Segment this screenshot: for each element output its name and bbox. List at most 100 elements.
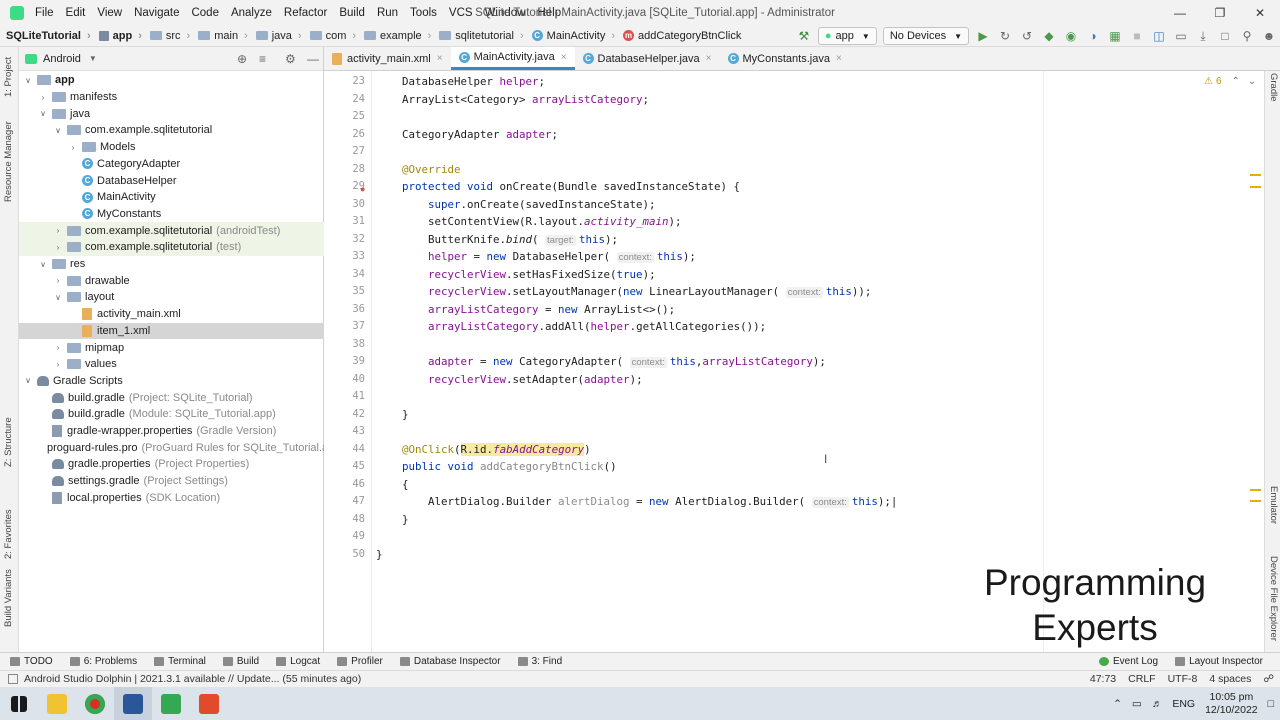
chevron-right-icon[interactable]: ›: [53, 243, 63, 252]
tab-build-variants[interactable]: Build Variants: [3, 569, 14, 627]
tool-build[interactable]: Build: [213, 656, 266, 667]
menu-view[interactable]: View: [92, 7, 129, 19]
tool-problems[interactable]: 6: Problems: [60, 656, 144, 667]
network-icon[interactable]: ▭: [1132, 698, 1142, 710]
chevron-right-icon[interactable]: ›: [53, 226, 63, 235]
clock[interactable]: 10:05 pm 12/10/2022: [1205, 691, 1258, 717]
tree-item[interactable]: gradle.properties (Project Properties): [19, 456, 324, 473]
gear-icon[interactable]: ⚙: [285, 52, 296, 66]
breadcrumb-item[interactable]: java ›: [250, 30, 304, 42]
menu-file[interactable]: File: [30, 7, 61, 19]
device-select[interactable]: No Devices ▼: [882, 27, 969, 45]
volume-icon[interactable]: ♬: [1152, 698, 1163, 710]
sync-gradle-icon[interactable]: ◫: [1148, 26, 1170, 46]
override-marker-icon[interactable]: ●: [360, 184, 365, 194]
tree-item[interactable]: gradle-wrapper.properties (Gradle Version…: [19, 423, 324, 440]
language-indicator[interactable]: ENG: [1172, 698, 1195, 710]
menu-code[interactable]: Code: [186, 7, 226, 19]
tree-item[interactable]: C MainActivity: [19, 189, 324, 206]
stop-icon[interactable]: ■: [1126, 26, 1148, 46]
close-tab-icon[interactable]: ×: [836, 53, 842, 64]
editor-tab[interactable]: C MainActivity.java ×: [450, 47, 575, 70]
error-stripe-mark[interactable]: [1250, 174, 1261, 176]
tree-item[interactable]: activity_main.xml: [19, 306, 324, 323]
code-line[interactable]: @Override: [376, 161, 461, 179]
run-config-select[interactable]: ● app ▼: [817, 27, 877, 45]
tree-item[interactable]: build.gradle (Module: SQLite_Tutorial.app…: [19, 406, 324, 423]
minimize-icon[interactable]: —: [1160, 0, 1200, 25]
inspection-widget[interactable]: ⚠ 6 ⌃ ⌄: [1204, 76, 1256, 87]
tool-event-log[interactable]: Event Log: [1089, 656, 1165, 667]
sdk-manager-icon[interactable]: ⤓: [1192, 26, 1214, 46]
locate-icon[interactable]: ⊕: [237, 52, 247, 66]
breadcrumb-item[interactable]: example ›: [358, 30, 433, 42]
breadcrumb-item[interactable]: C MainActivity ›: [526, 30, 617, 42]
profile-icon[interactable]: ◑: [1082, 26, 1104, 46]
tab-gradle[interactable]: Gradle: [1268, 73, 1279, 102]
chevron-down-icon[interactable]: ∨: [23, 76, 33, 85]
tree-item[interactable]: ∨ app: [19, 72, 324, 89]
search-icon[interactable]: ⚲: [1236, 26, 1258, 46]
code-line[interactable]: super.onCreate(savedInstanceState);: [376, 196, 656, 214]
tree-item[interactable]: › values: [19, 356, 324, 373]
hammer-icon[interactable]: ⚒: [793, 26, 815, 46]
tree-item[interactable]: C CategoryAdapter: [19, 156, 324, 173]
error-stripe-mark[interactable]: [1250, 186, 1261, 188]
code-line[interactable]: arrayListCategory.addAll(helper.getAllCa…: [376, 318, 766, 336]
breadcrumb-item[interactable]: src ›: [144, 30, 192, 42]
tree-item[interactable]: ∨ java: [19, 105, 324, 122]
tool-profiler[interactable]: Profiler: [327, 656, 390, 667]
taskbar-camtasia[interactable]: [152, 687, 190, 720]
taskbar-word[interactable]: [114, 687, 152, 720]
tree-item[interactable]: › mipmap: [19, 339, 324, 356]
code-line[interactable]: recyclerView.setHasFixedSize(true);: [376, 266, 656, 284]
tree-item[interactable]: ∨ layout: [19, 289, 324, 306]
file-encoding[interactable]: UTF-8: [1168, 673, 1198, 685]
line-separator[interactable]: CRLF: [1128, 673, 1155, 685]
chevron-right-icon[interactable]: ›: [53, 276, 63, 285]
code-line[interactable]: arrayListCategory = new ArrayList<>();: [376, 301, 675, 319]
tree-item[interactable]: C DatabaseHelper: [19, 172, 324, 189]
breadcrumb-item[interactable]: main ›: [192, 30, 250, 42]
tree-item[interactable]: build.gradle (Project: SQLite_Tutorial): [19, 389, 324, 406]
chevron-down-icon[interactable]: ∨: [38, 109, 48, 118]
menu-navigate[interactable]: Navigate: [129, 7, 186, 19]
code-line[interactable]: public void addCategoryBtnClick(): [376, 458, 617, 476]
taskbar-chrome[interactable]: [76, 687, 114, 720]
code-line[interactable]: }: [376, 546, 383, 564]
lock-icon[interactable]: ☍: [1263, 673, 1274, 685]
editor-tab[interactable]: C DatabaseHelper.java ×: [575, 47, 720, 70]
tab-device-file-explorer[interactable]: Device File Explorer: [1268, 556, 1279, 641]
breadcrumb-item[interactable]: app ›: [93, 30, 144, 42]
tab-resource-manager[interactable]: Resource Manager: [3, 121, 14, 202]
tool-terminal[interactable]: Terminal: [144, 656, 213, 667]
tree-item[interactable]: settings.gradle (Project Settings): [19, 473, 324, 490]
code-line[interactable]: CategoryAdapter adapter;: [376, 126, 558, 144]
tree-item[interactable]: proguard-rules.pro (ProGuard Rules for SQ…: [19, 439, 334, 456]
attach-debugger-icon[interactable]: ▦: [1104, 26, 1126, 46]
run-icon[interactable]: ▶: [972, 26, 994, 46]
code-line[interactable]: setContentView(R.layout.activity_main);: [376, 213, 682, 231]
code-line[interactable]: }: [376, 406, 409, 424]
menu-vcs[interactable]: VCS: [444, 7, 480, 19]
avd-manager-icon[interactable]: ▭: [1170, 26, 1192, 46]
rerun-icon[interactable]: ↻: [994, 26, 1016, 46]
tab-favorites[interactable]: 2: Favorites: [3, 509, 14, 559]
project-view-select[interactable]: Android: [43, 53, 81, 65]
indent-setting[interactable]: 4 spaces: [1209, 673, 1251, 685]
tool-todo[interactable]: TODO: [0, 656, 60, 667]
tree-item[interactable]: › drawable: [19, 272, 324, 289]
status-toggle-icon[interactable]: [8, 674, 18, 684]
tree-item[interactable]: local.properties (SDK Location): [19, 490, 324, 507]
tree-item[interactable]: › Models: [19, 139, 324, 156]
menu-build[interactable]: Build: [334, 7, 372, 19]
menu-help[interactable]: Help: [532, 7, 568, 19]
tree-item[interactable]: › com.example.sqlitetutorial (androidTest): [19, 222, 324, 239]
chevron-down-icon[interactable]: ∨: [53, 293, 63, 302]
chevron-right-icon[interactable]: ›: [53, 360, 63, 369]
chevron-right-icon[interactable]: ›: [53, 343, 63, 352]
menu-refactor[interactable]: Refactor: [279, 7, 334, 19]
maximize-icon[interactable]: ❐: [1200, 0, 1240, 25]
code-line[interactable]: {: [376, 476, 409, 494]
collapse-all-icon[interactable]: ≡: [259, 52, 266, 66]
